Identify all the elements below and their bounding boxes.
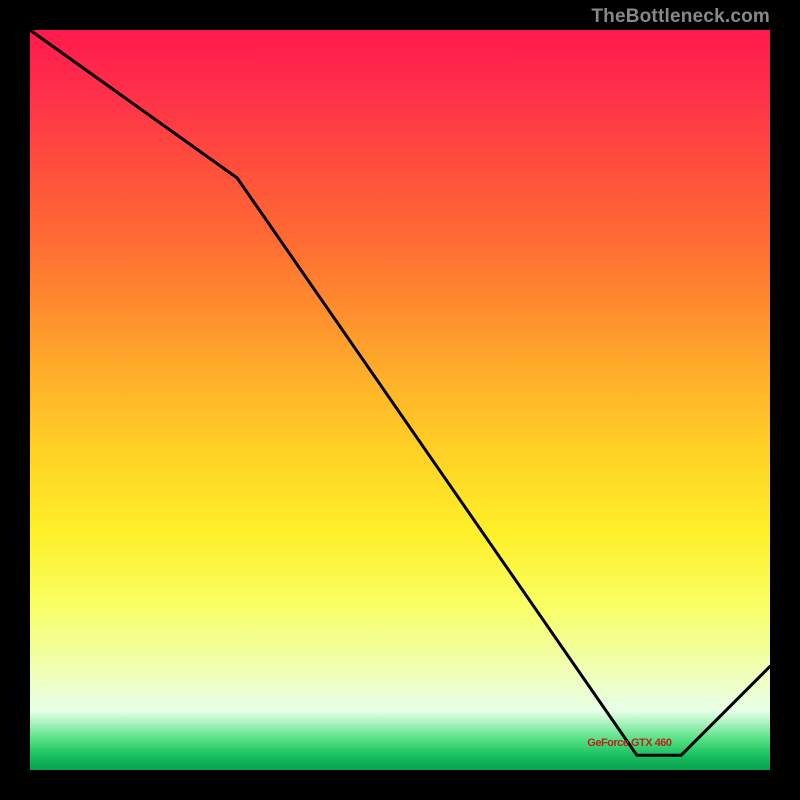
series-label: GeForce GTX 460: [587, 737, 671, 749]
plot-area: GeForce GTX 460: [30, 30, 770, 770]
chart-container: TheBottleneck.com GeForce GTX 460: [0, 0, 800, 800]
bottleneck-curve: [30, 30, 770, 755]
attribution-text: TheBottleneck.com: [591, 6, 770, 28]
chart-line-layer: [30, 30, 770, 770]
